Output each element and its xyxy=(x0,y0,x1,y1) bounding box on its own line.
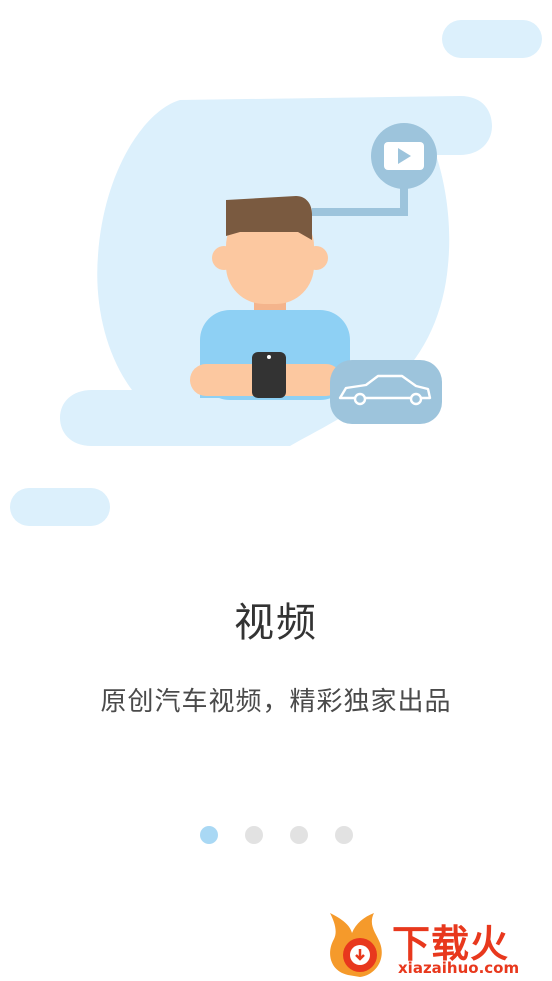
car-wheel-front xyxy=(353,392,367,406)
onboarding-subtitle: 原创汽车视频，精彩独家出品 xyxy=(100,687,452,717)
page-dot-4[interactable] xyxy=(335,826,353,844)
cloud-left xyxy=(10,488,110,526)
page-dot-1[interactable] xyxy=(200,826,218,844)
onboarding-illustration xyxy=(10,20,542,526)
watermark: 下载火 xiazaihuo.com xyxy=(320,905,552,981)
page-dot-3[interactable] xyxy=(290,826,308,844)
cloud-top-right xyxy=(442,20,542,58)
car-badge xyxy=(330,360,442,424)
page-dot-2[interactable] xyxy=(245,826,263,844)
phone-camera xyxy=(267,355,271,359)
watermark-url: xiazaihuo.com xyxy=(398,959,520,977)
car-wheel-back xyxy=(409,392,423,406)
flame-logo-icon xyxy=(330,913,382,977)
page-indicator xyxy=(0,826,552,844)
onboarding-title: 视频 xyxy=(234,600,318,646)
